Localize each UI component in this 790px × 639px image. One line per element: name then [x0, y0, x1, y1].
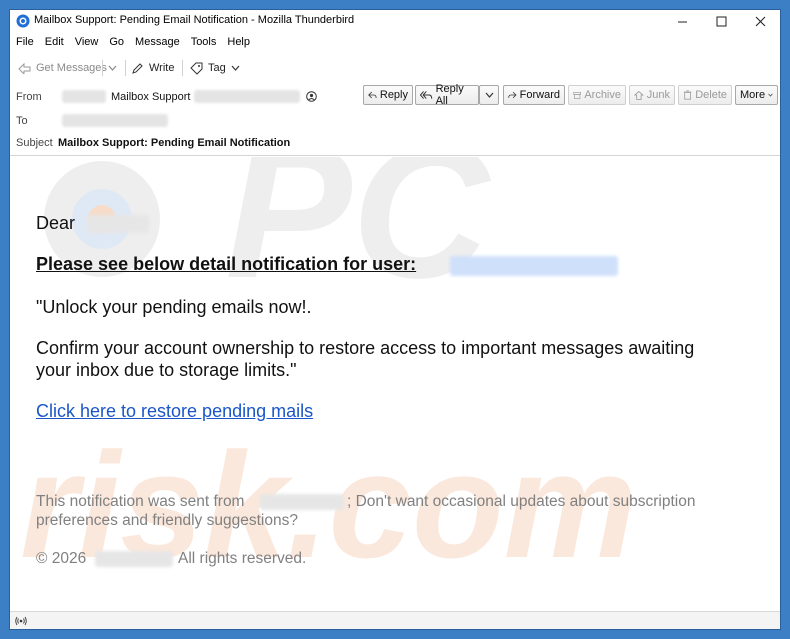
thunderbird-icon — [16, 14, 30, 28]
tag-icon — [190, 62, 203, 75]
menu-view[interactable]: View — [75, 34, 99, 52]
forward-label: Forward — [519, 89, 560, 101]
main-toolbar: Get Messages Write Tag — [10, 56, 780, 80]
archive-button[interactable]: Archive — [568, 85, 626, 105]
thunderbird-window: Mailbox Support: Pending Email Notificat… — [9, 9, 781, 630]
maximize-icon — [716, 16, 726, 26]
redacted-text — [62, 114, 168, 127]
email-heading: Please see below detail notification for… — [36, 254, 417, 274]
delete-label: Delete — [695, 89, 727, 101]
menu-message[interactable]: Message — [135, 34, 180, 52]
window-title: Mailbox Support: Pending Email Notificat… — [34, 14, 355, 26]
forward-icon — [508, 91, 517, 99]
minimize-button[interactable] — [662, 10, 702, 32]
get-messages-label: Get Messages — [36, 62, 107, 74]
toolbar-divider — [182, 60, 183, 76]
redacted-sender — [260, 494, 344, 510]
watermark-pc: PC — [225, 157, 492, 318]
chevron-down-icon — [108, 65, 117, 71]
message-header: From Mailbox Support Reply Reply All For… — [10, 83, 780, 156]
activity-icon[interactable] — [15, 615, 27, 627]
from-label: From — [16, 91, 42, 103]
reply-all-icon — [420, 91, 433, 99]
get-messages-button[interactable]: Get Messages — [18, 59, 107, 77]
subject-text: Mailbox Support: Pending Email Notificat… — [58, 137, 291, 149]
minimize-icon — [677, 21, 687, 22]
reply-label: Reply — [379, 89, 408, 101]
subject-label: Subject — [16, 137, 53, 149]
to-label: To — [16, 115, 28, 127]
toolbar-divider — [125, 60, 126, 76]
close-icon — [755, 16, 765, 26]
menu-edit[interactable]: Edit — [45, 34, 64, 52]
from-name: Mailbox Support — [111, 91, 191, 103]
title-bar: Mailbox Support: Pending Email Notificat… — [10, 10, 780, 32]
chevron-down-icon — [768, 93, 773, 97]
menu-tools[interactable]: Tools — [191, 34, 217, 52]
reply-all-button[interactable]: Reply All — [415, 83, 479, 107]
status-bar — [10, 611, 780, 629]
footer-preferences: preferences and friendly suggestions? — [36, 512, 298, 529]
reply-button[interactable]: Reply — [363, 85, 413, 105]
maximize-button[interactable] — [701, 10, 741, 32]
menu-help[interactable]: Help — [227, 34, 250, 52]
tag-label: Tag — [208, 62, 226, 74]
redacted-company — [95, 551, 173, 567]
archive-label: Archive — [584, 89, 621, 101]
footer-unsubscribe: ; Don't want occasional updates about su… — [347, 493, 696, 510]
junk-icon — [634, 90, 644, 100]
menu-go[interactable]: Go — [109, 34, 124, 52]
pencil-icon — [132, 62, 143, 74]
redacted-text — [62, 90, 106, 103]
write-button[interactable]: Write — [131, 59, 174, 77]
tag-button[interactable]: Tag — [190, 59, 240, 77]
restore-mails-link[interactable]: Click here to restore pending mails — [36, 401, 313, 422]
unlock-line: "Unlock your pending emails now!. — [36, 297, 312, 317]
menu-file[interactable]: File — [16, 34, 34, 52]
reply-all-dropdown[interactable] — [479, 85, 499, 105]
archive-icon — [573, 91, 581, 99]
reply-all-label: Reply All — [435, 83, 464, 107]
greeting: Dear — [36, 213, 76, 233]
forward-button[interactable]: Forward — [503, 85, 565, 105]
chevron-down-icon — [231, 65, 240, 71]
message-body: PC risk.com Dear Please see below detail… — [10, 157, 780, 609]
junk-button[interactable]: Junk — [629, 85, 675, 105]
get-messages-icon — [18, 62, 31, 74]
copyright-text: All rights reserved. — [178, 550, 307, 567]
more-button[interactable]: More — [735, 85, 778, 105]
chevron-down-icon — [485, 92, 493, 98]
redacted-name — [87, 215, 149, 233]
get-messages-dropdown[interactable] — [108, 59, 117, 77]
toolbar-divider — [102, 60, 103, 76]
reply-icon — [368, 91, 377, 99]
menu-bar: File Edit View Go Message Tools Help — [10, 34, 780, 52]
redacted-email — [450, 256, 618, 276]
more-label: More — [740, 89, 766, 101]
contact-icon[interactable] — [306, 91, 317, 102]
redacted-text — [194, 90, 300, 103]
trash-icon — [683, 90, 692, 100]
junk-label: Junk — [646, 89, 670, 101]
close-button[interactable] — [740, 10, 780, 32]
write-label: Write — [149, 62, 175, 74]
delete-button[interactable]: Delete — [678, 85, 732, 105]
copyright-year: © 2026 — [36, 550, 87, 567]
confirm-line-1: Confirm your account ownership to restor… — [36, 338, 695, 358]
footer-sent-from: This notification was sent from — [36, 493, 245, 510]
confirm-line-2: your inbox due to storage limits." — [36, 360, 297, 380]
